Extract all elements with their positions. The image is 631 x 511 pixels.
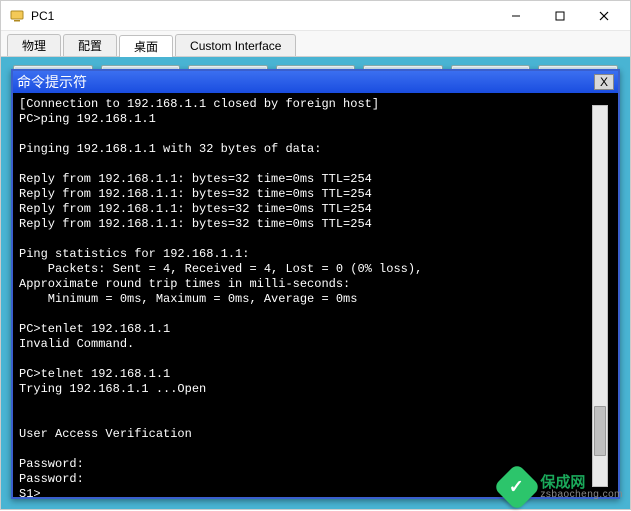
titlebar: PC1	[1, 1, 630, 31]
scrollbar-thumb[interactable]	[594, 406, 606, 456]
tab-physical[interactable]: 物理	[7, 34, 61, 56]
terminal-body[interactable]: [Connection to 192.168.1.1 closed by for…	[13, 93, 618, 497]
terminal-window: 命令提示符 X [Connection to 192.168.1.1 close…	[11, 69, 620, 499]
maximize-button[interactable]	[538, 2, 582, 30]
terminal-close-button[interactable]: X	[594, 74, 614, 90]
tabbar: 物理 配置 桌面 Custom Interface	[1, 31, 630, 57]
tab-desktop[interactable]: 桌面	[119, 35, 173, 57]
app-window: PC1 物理 配置 桌面 Custom Interface 命令提	[0, 0, 631, 510]
tab-config[interactable]: 配置	[63, 34, 117, 56]
scrollbar[interactable]	[592, 105, 608, 487]
minimize-button[interactable]	[494, 2, 538, 30]
desktop-area: 命令提示符 X [Connection to 192.168.1.1 close…	[1, 57, 630, 509]
terminal-title: 命令提示符	[17, 72, 87, 92]
terminal-output: [Connection to 192.168.1.1 closed by for…	[19, 97, 612, 497]
close-button[interactable]	[582, 2, 626, 30]
tab-custom-interface[interactable]: Custom Interface	[175, 34, 296, 56]
terminal-titlebar[interactable]: 命令提示符 X	[13, 71, 618, 93]
pc-icon	[9, 8, 25, 24]
window-title: PC1	[31, 9, 54, 23]
